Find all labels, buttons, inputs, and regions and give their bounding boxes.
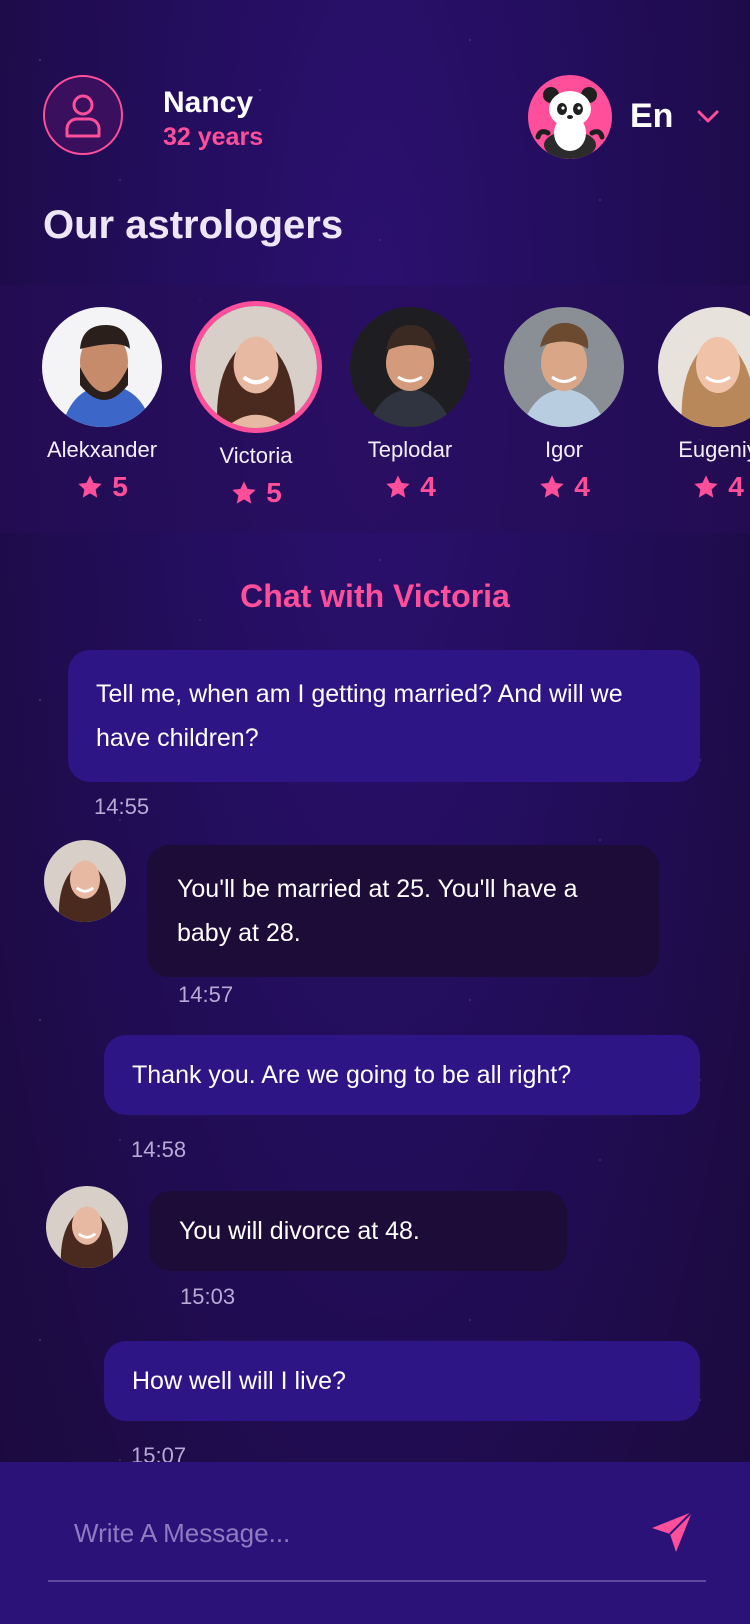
astrologer-name: Igor [545, 437, 583, 462]
rating-value: 5 [112, 471, 128, 502]
profile-button[interactable] [43, 75, 123, 155]
star-icon [694, 475, 718, 498]
message-bubble-astrologer: You will divorce at 48. [149, 1191, 567, 1271]
astrologer-photo [658, 307, 750, 427]
rating-value: 4 [420, 471, 436, 502]
astrologer-rating: 4 [643, 471, 750, 503]
user-name: Nancy [163, 86, 254, 119]
input-underline [48, 1580, 706, 1582]
message-bubble-astrologer: You'll be married at 25. You'll have a b… [147, 845, 659, 977]
section-title: Our astrologers [43, 203, 344, 247]
chat-title: Chat with Victoria [240, 578, 510, 614]
star-icon [540, 475, 564, 498]
astrologer-photo [42, 307, 162, 427]
astrologer-name: Teplodar [367, 437, 453, 462]
astrologer-card-selected[interactable]: Victoria 5 [181, 301, 331, 509]
astrologer-photo [504, 307, 624, 427]
astrologers-carousel[interactable]: Alekxander 5 Victoria 5 Teplodar 4 Igor … [0, 285, 750, 533]
message-time: 14:55 [94, 794, 150, 819]
star-icon [78, 475, 102, 498]
astrologer-card[interactable]: Igor 4 [489, 307, 639, 503]
message-bubble-user: Thank you. Are we going to be all right? [104, 1035, 700, 1115]
astrologer-card[interactable]: Teplodar 4 [335, 307, 485, 503]
astrologer-rating: 4 [489, 471, 639, 503]
astrologer-card[interactable]: Alekxander 5 [27, 307, 177, 503]
astrologer-card[interactable]: Eugeniy 4 [643, 307, 750, 503]
message-input[interactable] [48, 1502, 628, 1564]
star-icon [386, 475, 410, 498]
rating-value: 4 [728, 471, 744, 502]
rating-value: 5 [266, 477, 282, 508]
astrologer-photo [350, 307, 470, 427]
astrologer-rating: 4 [335, 471, 485, 503]
rating-value: 4 [574, 471, 590, 502]
chevron-down-icon[interactable] [697, 110, 719, 124]
astrologer-avatar [46, 1186, 128, 1268]
user-icon [65, 94, 101, 138]
astrologer-name: Alekxander [46, 437, 158, 462]
message-time: 14:58 [131, 1137, 187, 1162]
user-age: 32 years [163, 123, 264, 151]
message-time: 15:03 [180, 1284, 236, 1309]
language-selector[interactable]: En [630, 97, 673, 136]
message-bubble-user: How well will I live? [104, 1341, 700, 1421]
astrologer-rating: 5 [27, 471, 177, 503]
panda-logo-icon [528, 75, 612, 159]
astrologer-name: Victoria [219, 443, 293, 468]
message-bubble-user: Tell me, when am I getting married? And … [68, 650, 700, 782]
star-icon [232, 481, 256, 504]
astrologer-avatar [44, 840, 126, 922]
astrologer-photo [190, 301, 322, 433]
message-time: 14:57 [178, 982, 234, 1007]
message-composer [0, 1462, 750, 1624]
astrologer-name: Eugeniy [678, 437, 750, 462]
send-icon[interactable] [648, 1508, 696, 1556]
astrologer-rating: 5 [181, 477, 331, 509]
